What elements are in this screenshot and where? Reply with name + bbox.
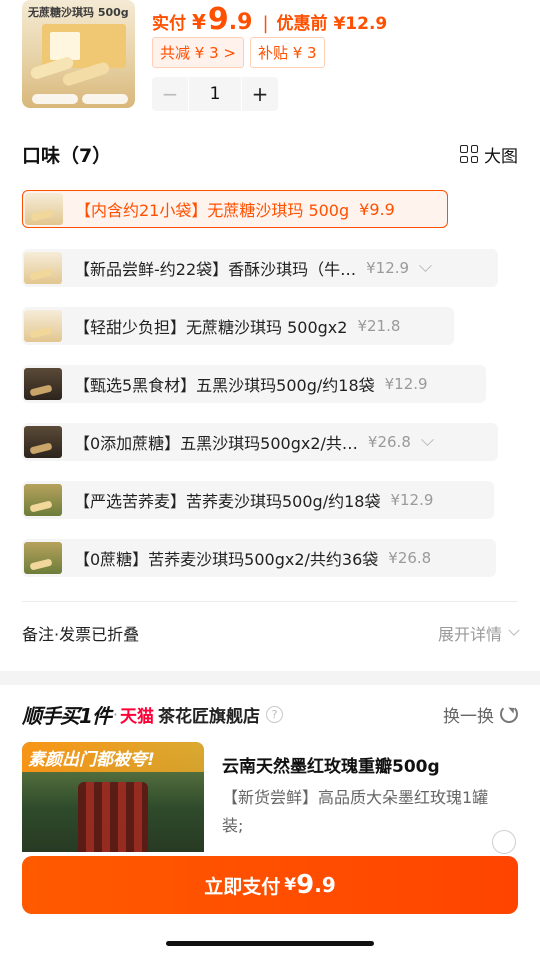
total-discount-chip[interactable]: 共减 ¥ 3 >	[152, 37, 244, 68]
section-gap	[0, 671, 540, 685]
option-thumbnail	[24, 368, 62, 400]
section-divider	[22, 601, 518, 602]
quantity-value[interactable]: 1	[189, 84, 241, 104]
recommend-description: 【新货尝鲜】高品质大朵墨红玫瑰1罐装;	[222, 788, 489, 835]
chevron-down-icon[interactable]	[421, 432, 434, 446]
recommend-select-radio[interactable]	[492, 830, 516, 854]
quantity-stepper: − 1 +	[152, 77, 278, 111]
refresh-icon	[500, 705, 518, 723]
discount-chips: 共减 ¥ 3 > 补贴 ¥ 3	[152, 37, 325, 68]
increase-button[interactable]: +	[242, 77, 278, 111]
option-price: ¥12.9	[366, 259, 410, 277]
recommend-title[interactable]: 云南天然墨红玫瑰重瓣500g	[222, 752, 440, 777]
shop-name[interactable]: 茶花匠旗舰店	[158, 702, 260, 727]
option-thumbnail	[24, 484, 62, 516]
option-price: ¥21.8	[357, 317, 401, 335]
pay-now-label: 立即支付	[204, 875, 281, 898]
option-price: ¥12.9	[390, 491, 434, 509]
swap-button[interactable]: 换一换	[443, 702, 518, 727]
help-icon[interactable]: ?	[266, 705, 284, 723]
product-summary: 无蔗糖沙琪玛 500g 实付 ¥ 9 .9 | 优惠前 ¥12.9 共减 ¥ 3…	[0, 0, 540, 120]
price-currency: ¥	[192, 10, 206, 34]
option-name: 【0添加蔗糖】五黑沙琪玛500gx2/共…	[74, 434, 358, 453]
thumbnail-label: 无蔗糖沙琪玛 500g	[28, 6, 129, 19]
option-thumbnail	[24, 542, 62, 574]
home-indicator[interactable]	[166, 941, 374, 946]
grid-icon	[460, 145, 478, 163]
recommend-product-image[interactable]: 素颜出门都被夸!	[22, 742, 204, 852]
option-thumbnail	[25, 193, 63, 225]
pay-amount-integer: 9	[296, 870, 315, 900]
rose-jar-image	[78, 782, 148, 852]
remark-row[interactable]: 备注·发票已折叠 展开详情	[22, 618, 520, 648]
remark-label: 备注·发票已折叠	[22, 625, 140, 644]
flavor-title: 口味（7）	[22, 144, 112, 167]
promo-banner-text: 素颜出门都被夸!	[28, 750, 155, 770]
option-name: 【新品尝鲜-约22袋】香酥沙琪玛（牛…	[74, 260, 357, 279]
chevron-down-icon[interactable]	[419, 258, 432, 272]
big-view-toggle[interactable]: 大图	[460, 142, 518, 167]
pay-now-button[interactable]: 立即支付 ¥ 9 .9	[22, 856, 518, 914]
thumbnail-badges	[32, 94, 128, 104]
actual-pay-label: 实付	[152, 14, 186, 34]
flavor-option[interactable]: 【甄选5黑食材】五黑沙琪玛500g/约18袋 ¥12.9	[22, 365, 486, 403]
title-dot: ·	[112, 704, 119, 724]
flavor-option[interactable]: 【内含约21小袋】无蔗糖沙琪玛 500g ¥9.9	[22, 190, 448, 228]
option-thumbnail	[24, 426, 62, 458]
recommend-header: 顺手买1件 · 天猫 茶花匠旗舰店 ? 换一换	[22, 699, 518, 729]
option-name: 【轻甜少负担】无蔗糖沙琪玛 500gx2	[74, 318, 348, 337]
price-integer: 9	[207, 2, 229, 37]
chevron-down-icon	[508, 624, 520, 636]
option-price: ¥26.8	[367, 433, 411, 451]
pay-amount-decimal: .9	[314, 873, 336, 897]
tmall-logo: 天猫	[120, 706, 155, 727]
buy-one-more-title: 顺手买1件	[22, 703, 112, 728]
price-separator: |	[262, 13, 269, 34]
option-price: ¥9.9	[359, 199, 395, 219]
product-thumbnail[interactable]: 无蔗糖沙琪玛 500g	[22, 0, 135, 108]
option-thumbnail	[24, 252, 62, 284]
pay-currency: ¥	[284, 875, 297, 895]
decrease-button[interactable]: −	[152, 77, 188, 111]
expand-details[interactable]: 展开详情	[437, 621, 520, 645]
subsidy-chip: 补贴 ¥ 3	[249, 37, 325, 68]
option-price: ¥26.8	[388, 549, 432, 567]
swap-label: 换一换	[443, 706, 494, 727]
flavor-option[interactable]: 【轻甜少负担】无蔗糖沙琪玛 500gx2 ¥21.8	[22, 307, 454, 345]
price-decimal: .9	[228, 10, 253, 35]
flavor-header: 口味（7） 大图	[22, 138, 518, 170]
flavor-option[interactable]: 【新品尝鲜-约22袋】香酥沙琪玛（牛… ¥12.9	[22, 249, 498, 287]
original-price: 优惠前 ¥12.9	[276, 14, 388, 34]
option-price: ¥12.9	[384, 375, 428, 393]
flavor-option[interactable]: 【严选苦荞麦】苦荞麦沙琪玛500g/约18袋 ¥12.9	[22, 481, 494, 519]
option-thumbnail	[24, 310, 62, 342]
expand-details-label: 展开详情	[437, 625, 502, 644]
option-name: 【内含约21小袋】无蔗糖沙琪玛 500g	[75, 201, 350, 220]
option-name: 【严选苦荞麦】苦荞麦沙琪玛500g/约18袋	[74, 492, 381, 511]
flavor-option[interactable]: 【0添加蔗糖】五黑沙琪玛500gx2/共… ¥26.8	[22, 423, 498, 461]
option-name: 【0蔗糖】苦荞麦沙琪玛500gx2/共约36袋	[74, 550, 379, 569]
price-line: 实付 ¥ 9 .9 | 优惠前 ¥12.9	[152, 2, 388, 37]
option-name: 【甄选5黑食材】五黑沙琪玛500g/约18袋	[74, 376, 375, 395]
flavor-option[interactable]: 【0蔗糖】苦荞麦沙琪玛500gx2/共约36袋 ¥26.8	[22, 539, 496, 577]
big-view-label: 大图	[484, 146, 518, 167]
